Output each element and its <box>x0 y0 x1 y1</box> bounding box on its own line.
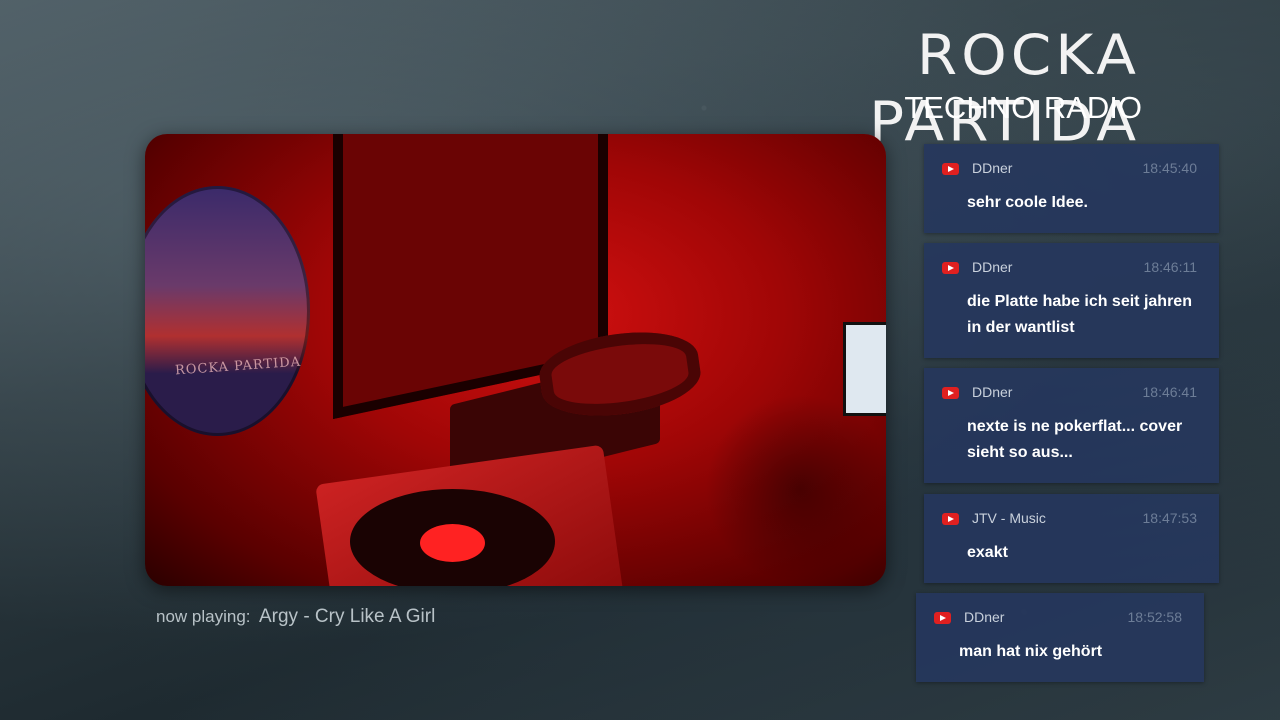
chat-text: exakt <box>967 544 1008 561</box>
chat-message: DDner 18:46:41 nexte is ne pokerflat... … <box>924 368 1219 483</box>
chat-timestamp: 18:52:58 <box>1127 609 1183 625</box>
youtube-icon <box>942 387 959 399</box>
chat-text: sehr coole Idee. <box>967 194 1088 211</box>
chat-message: DDner 18:52:58 man hat nix gehört <box>916 593 1204 682</box>
youtube-icon <box>934 612 951 624</box>
now-playing-track: Argy - Cry Like A Girl <box>258 606 436 627</box>
chat-text: man hat nix gehört <box>959 643 1103 660</box>
video-stream[interactable]: ROCKA PARTIDA <box>145 134 886 586</box>
chat-message: JTV - Music 18:47:53 exakt <box>924 494 1219 583</box>
vinyl-record-art <box>145 186 310 436</box>
chat-author: JTV - Music <box>972 510 1046 526</box>
chat-author: DDner <box>972 160 1013 176</box>
youtube-icon <box>942 163 959 175</box>
chat-message: DDner 18:45:40 sehr coole Idee. <box>924 144 1219 233</box>
chat-author: DDner <box>972 384 1013 400</box>
now-playing-label: now playing: <box>156 607 251 626</box>
chat-timestamp: 18:46:11 <box>1143 259 1197 275</box>
computer-monitor <box>843 322 886 416</box>
chat-text: nexte is ne pokerflat... cover sieht so … <box>967 418 1183 461</box>
chat-timestamp: 18:47:53 <box>1142 510 1198 526</box>
chat-text: die Platte habe ich seit jahren in der w… <box>967 293 1192 336</box>
youtube-icon <box>942 513 959 525</box>
chat-timestamp: 18:46:41 <box>1142 384 1198 400</box>
youtube-icon <box>942 262 959 274</box>
chat-author: DDner <box>972 259 1013 275</box>
chat-message: DDner 18:46:11 die Platte habe ich seit … <box>924 243 1219 358</box>
chat-author: DDner <box>964 609 1005 625</box>
room-shadow <box>705 394 886 584</box>
now-playing: now playing: Argy - Cry Like A Girl <box>156 606 435 628</box>
brand-subtitle: TECHNO RADIO <box>904 90 1142 125</box>
chat-timestamp: 18:45:40 <box>1142 160 1198 176</box>
record-label <box>420 524 485 562</box>
